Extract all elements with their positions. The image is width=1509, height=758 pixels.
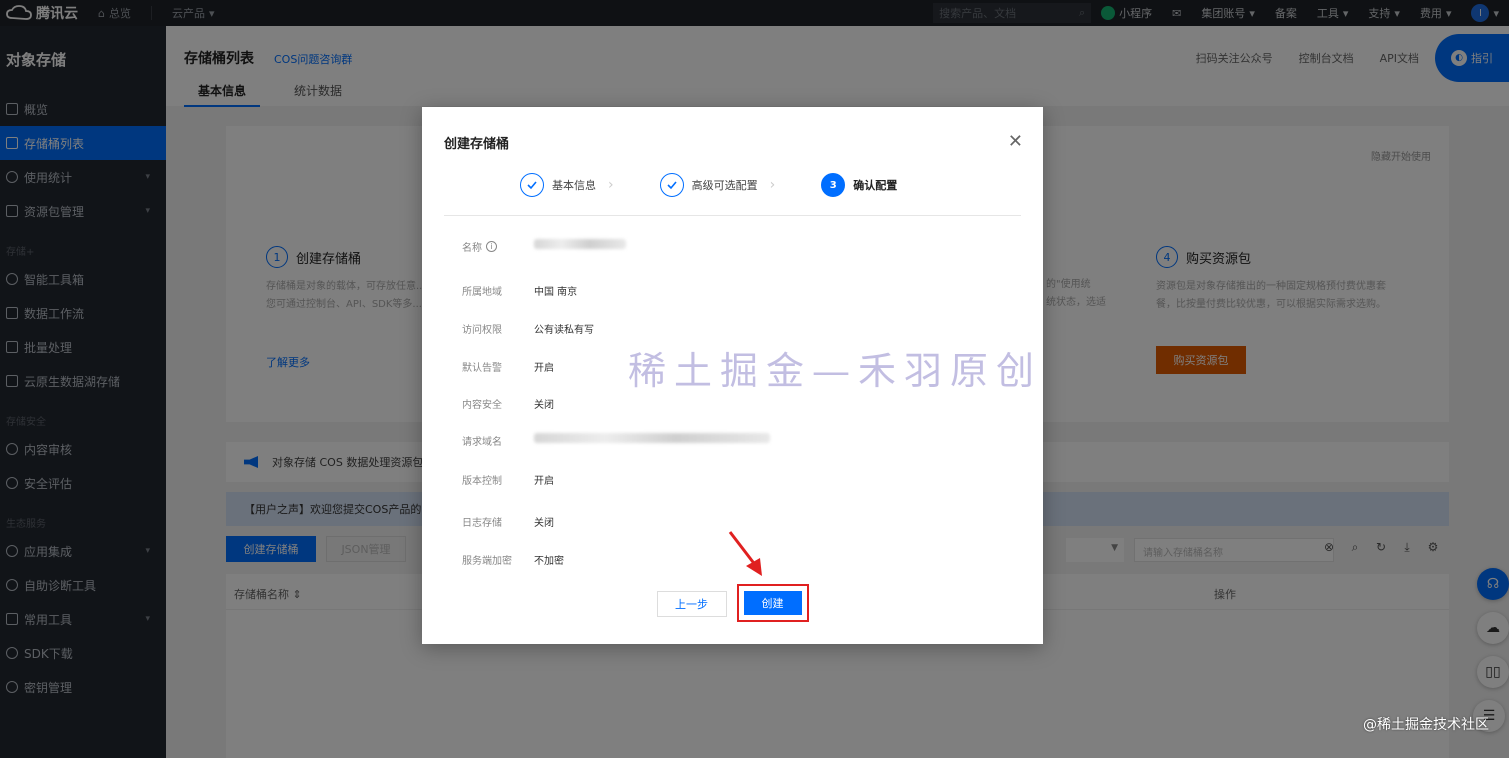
chevron-right-icon: › [608,177,614,193]
red-arrow-annotation [728,531,762,576]
summary-row-domain: 请求域名 [462,433,770,448]
summary-row-region: 所属地域 中国 南京 [462,283,577,298]
summary-label: 内容安全 [462,400,502,411]
summary-value: 公有读私有写 [534,325,594,336]
summary-value: 开启 [534,476,554,487]
summary-label: 名称 i [462,239,534,254]
summary-value: 中国 南京 [534,287,578,298]
close-icon[interactable]: ✕ [1008,131,1023,152]
check-icon [659,173,684,197]
step-label: 基本信息 [552,179,596,192]
summary-label: 所属地域 [462,287,502,298]
blurred-text [534,433,770,443]
summary-value: 关闭 [534,400,554,411]
summary-row-versioning: 版本控制 开启 [462,472,554,487]
check-icon [520,173,544,197]
step-advanced-config[interactable]: 高级可选配置 [659,173,758,197]
chevron-right-icon: › [769,177,776,193]
summary-row-alarm: 默认告警 开启 [462,359,554,374]
summary-row-access: 访问权限 公有读私有写 [462,321,594,336]
summary-label: 日志存储 [462,518,502,529]
summary-label: 默认告警 [462,363,502,374]
info-icon[interactable]: i [486,241,497,252]
dialog-title: 创建存储桶 [444,137,510,152]
step-number: 3 [821,173,846,197]
dialog-footer: 上一步 创建 [422,584,1043,622]
summary-row-encryption: 服务端加密 不加密 [462,552,564,567]
step-confirm-config: 3 确认配置 [821,173,897,197]
step-basic-info[interactable]: 基本信息 [520,173,596,197]
summary-value-blurred [534,239,626,254]
summary-value-blurred [534,433,770,448]
create-button-highlight: 创建 [736,584,809,622]
summary-row-logging: 日志存储 关闭 [462,514,554,529]
step-label: 高级可选配置 [691,179,758,192]
summary-label: 请求域名 [462,437,502,448]
wizard-steps: 基本信息 › 高级可选配置 › 3 确认配置 [520,173,897,197]
divider [444,215,1021,216]
summary-row-content-security: 内容安全 关闭 [462,396,554,411]
summary-label: 版本控制 [462,476,502,487]
summary-label-text: 名称 [462,243,482,254]
summary-value: 开启 [534,363,554,374]
summary-label: 服务端加密 [462,556,512,567]
previous-step-button[interactable]: 上一步 [656,591,727,617]
summary-value: 关闭 [534,518,554,529]
summary-row-name: 名称 i [462,239,626,254]
create-button[interactable]: 创建 [743,591,802,615]
summary-label: 访问权限 [462,325,502,336]
step-label: 确认配置 [853,179,898,192]
summary-value: 不加密 [534,556,564,567]
blurred-text [534,239,626,249]
footer-watermark: @稀土掘金技术社区 [1363,717,1489,733]
watermark-text: 稀土掘金—禾羽原创 [628,349,1043,393]
